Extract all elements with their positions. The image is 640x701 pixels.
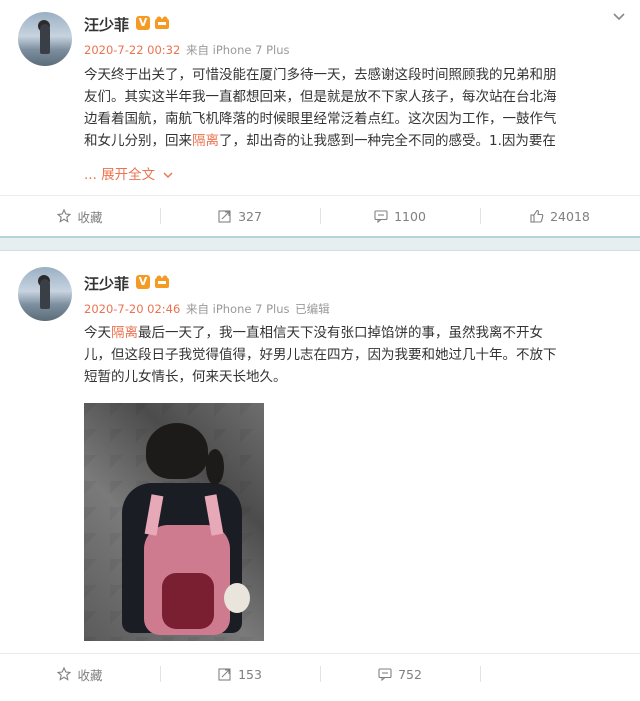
- post-time[interactable]: 2020-7-22 00:32: [84, 43, 180, 57]
- weibo-post-1: 汪少菲 V 2020-7-22 00:32 来自 iPhone 7 Plus 今…: [0, 0, 640, 238]
- avatar[interactable]: [18, 267, 72, 321]
- username[interactable]: 汪少菲: [84, 273, 129, 294]
- post-time[interactable]: 2020-7-20 02:46: [84, 302, 180, 316]
- text-line: 今天隔离最后一天了，我一直相信天下没有张口掉馅饼的事，虽然我离不开女: [84, 325, 543, 341]
- like-count: 24018: [550, 208, 590, 224]
- fan-badge-icon: [155, 16, 169, 29]
- post-text: 今天隔离最后一天了，我一直相信天下没有张口掉馅饼的事，虽然我离不开女 儿，但这段…: [84, 322, 624, 388]
- post-meta: 2020-7-20 02:46 来自 iPhone 7 Plus 已编辑: [84, 301, 332, 317]
- repost-icon: [218, 668, 231, 681]
- fan-badge-icon: [155, 275, 169, 288]
- verified-badge-icon: V: [136, 275, 150, 289]
- chevron-down-icon: [163, 172, 173, 178]
- star-icon: [57, 209, 72, 223]
- favorite-label: 收藏: [77, 209, 103, 225]
- post-photo[interactable]: [84, 403, 264, 641]
- weibo-post-2: 汪少菲 V 2020-7-20 02:46 来自 iPhone 7 Plus 已…: [0, 251, 640, 701]
- text-line: 友们。其实这半年我一直都想回来，但是就是放不下家人孩子，每次站在台北海: [84, 89, 557, 105]
- action-bar: 收藏 153 752: [0, 653, 640, 694]
- repost-count: 327: [238, 208, 262, 224]
- hashtag-link[interactable]: 隔离: [111, 325, 138, 341]
- like-button[interactable]: 24018: [480, 196, 640, 236]
- username[interactable]: 汪少菲: [84, 14, 129, 35]
- text-line: 儿，但这段日子我觉得值得，好男儿志在四方，因为我要和她过几十年。不放下: [84, 347, 557, 363]
- comment-count: 1100: [394, 208, 426, 224]
- comment-icon: [374, 210, 388, 223]
- action-bar: 收藏 327 1100 24018: [0, 195, 640, 236]
- favorite-button[interactable]: 收藏: [0, 654, 160, 694]
- favorite-label: 收藏: [77, 667, 103, 683]
- avatar[interactable]: [18, 12, 72, 66]
- post-meta: 2020-7-22 00:32 来自 iPhone 7 Plus: [84, 42, 291, 58]
- comment-button[interactable]: 1100: [320, 196, 480, 236]
- favorite-button[interactable]: 收藏: [0, 196, 160, 236]
- repost-icon: [218, 210, 231, 223]
- edited-label[interactable]: 已编辑: [295, 302, 330, 316]
- repost-button[interactable]: 327: [160, 196, 320, 236]
- text-line: 短暂的儿女情长，何来天长地久。: [84, 369, 287, 385]
- comment-icon: [378, 668, 392, 681]
- thumbs-up-icon: [530, 209, 544, 223]
- star-icon: [57, 667, 72, 681]
- post-source: 来自 iPhone 7 Plus: [185, 302, 290, 316]
- post-divider: [0, 236, 640, 251]
- repost-count: 153: [238, 666, 262, 682]
- text-line: 今天终于出关了，可惜没能在厦门多待一天，去感谢这段时间照顾我的兄弟和朋: [84, 67, 557, 83]
- comment-button[interactable]: 752: [320, 654, 480, 694]
- post-source: 来自 iPhone 7 Plus: [185, 43, 290, 57]
- post-text: 今天终于出关了，可惜没能在厦门多待一天，去感谢这段时间照顾我的兄弟和朋 友们。其…: [84, 64, 624, 152]
- hashtag-link[interactable]: 隔离: [192, 133, 219, 149]
- repost-button[interactable]: 153: [160, 654, 320, 694]
- comment-count: 752: [398, 666, 422, 682]
- verified-badge-icon: V: [136, 16, 150, 30]
- text-line: 和女儿分别，回来隔离了，却出奇的让我感到一种完全不同的感受。1.因为要在: [84, 133, 556, 149]
- chevron-down-icon[interactable]: [612, 10, 626, 24]
- text-line: 边看着国航，南航飞机降落的时候眼里经常泛着点红。这次因为工作，一鼓作气: [84, 111, 557, 127]
- expand-full-text-link[interactable]: ... 展开全文: [84, 163, 173, 183]
